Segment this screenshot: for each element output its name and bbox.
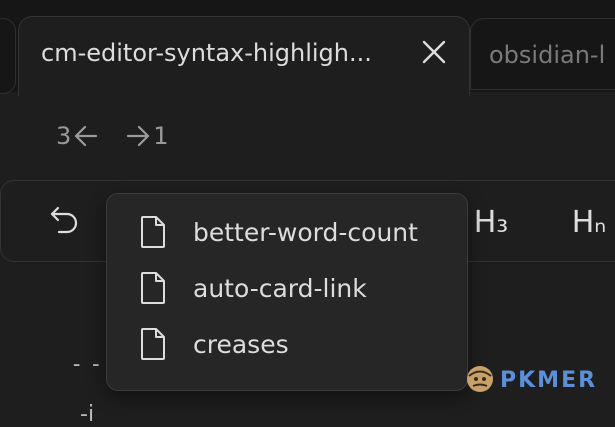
menu-item[interactable]: auto-card-link [137, 268, 367, 308]
tab-title: cm-editor-syntax-highligh... [41, 39, 372, 67]
menu-item-label: auto-card-link [193, 273, 367, 303]
menu-item-label: creases [193, 329, 289, 359]
editor-line: -- [70, 352, 109, 377]
menu-item[interactable]: better-word-count [137, 212, 418, 252]
history-navigation: 3 1 [56, 118, 169, 154]
forward-count: 1 [153, 122, 169, 150]
tab-previous-edge[interactable] [0, 18, 16, 94]
brand-logo-text: PKMER [500, 367, 598, 393]
mascot-icon [464, 362, 496, 398]
editor-line: -i [80, 402, 95, 427]
tab-active[interactable]: cm-editor-syntax-highligh... [18, 16, 470, 96]
undo-button[interactable] [41, 181, 87, 263]
tab-inactive[interactable]: obsidian-l [470, 18, 615, 90]
heading-n-icon: Hₙ [571, 204, 607, 240]
heading-3-icon: H₃ [473, 204, 509, 240]
back-count: 3 [56, 122, 72, 150]
tab-bar: cm-editor-syntax-highligh... obsidian-l [0, 0, 615, 96]
menu-item[interactable]: creases [137, 324, 289, 364]
file-icon [137, 326, 169, 362]
heading-n-button[interactable]: Hₙ [563, 181, 615, 263]
close-icon[interactable] [419, 37, 449, 67]
arrow-right-icon[interactable] [123, 121, 153, 151]
history-popup-menu: better-word-count auto-card-link creases [106, 193, 468, 391]
heading-3-button[interactable]: H₃ [467, 181, 515, 263]
undo-icon [47, 203, 81, 241]
menu-item-label: better-word-count [193, 217, 418, 247]
file-icon [137, 270, 169, 306]
arrow-left-icon[interactable] [71, 121, 101, 151]
tab-title: obsidian-l [489, 41, 606, 69]
file-icon [137, 214, 169, 250]
pkmer-watermark: PKMER [464, 362, 597, 398]
